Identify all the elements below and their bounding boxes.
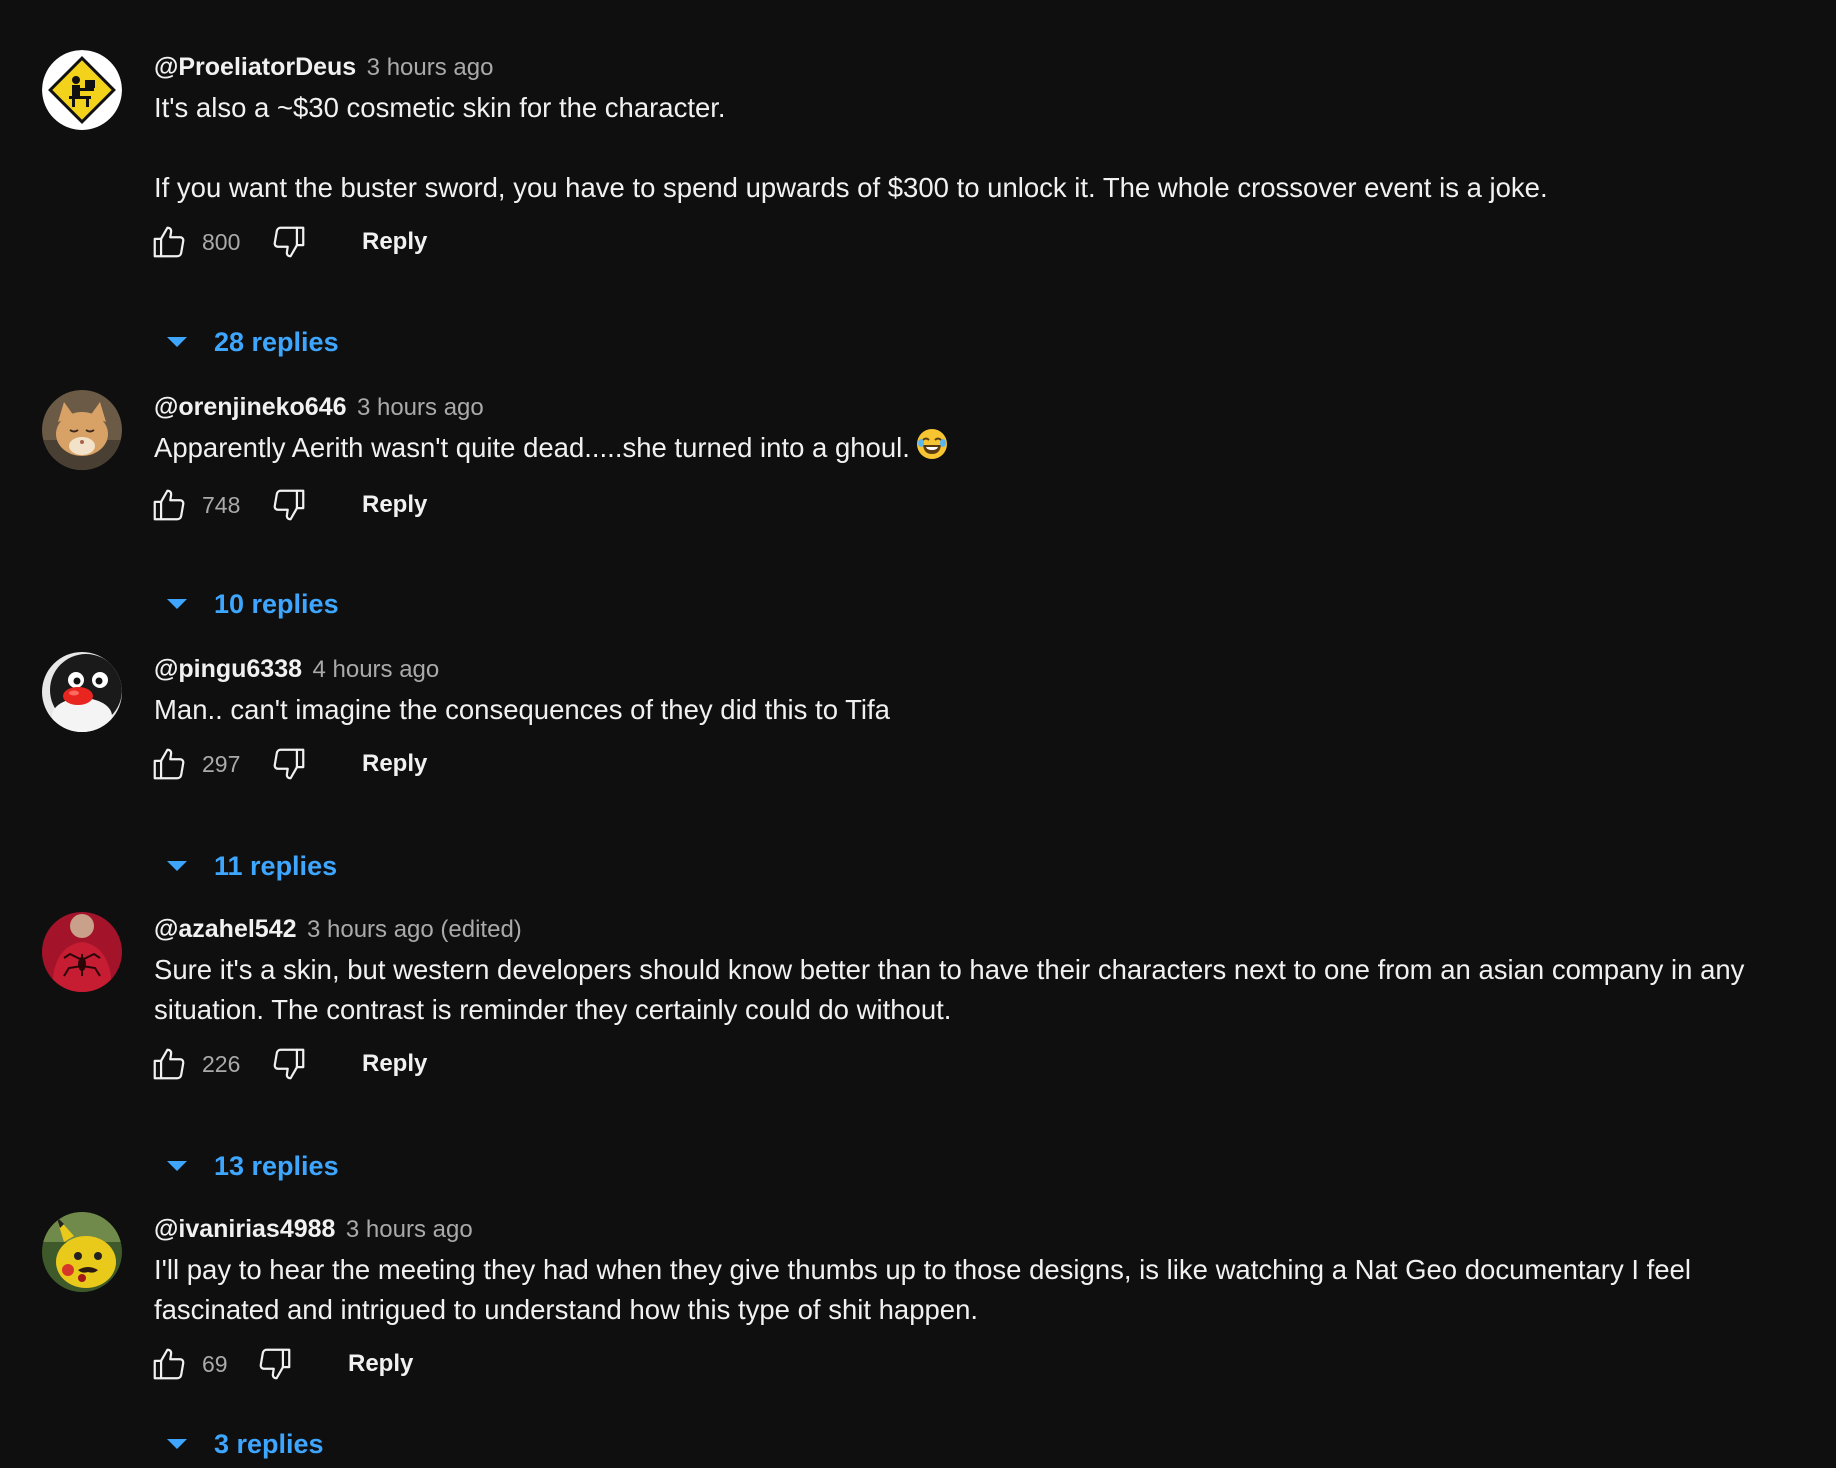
like-button[interactable] xyxy=(150,1042,188,1086)
thumbs-up-icon xyxy=(153,489,185,521)
warning-sign-icon xyxy=(42,50,122,130)
thumbs-down-icon xyxy=(273,748,305,780)
cat-photo-icon xyxy=(42,390,122,470)
dislike-button[interactable] xyxy=(270,742,308,786)
like-button[interactable] xyxy=(150,483,188,527)
avatar[interactable] xyxy=(42,390,122,470)
dislike-button[interactable] xyxy=(270,1042,308,1086)
replies-count: 3 replies xyxy=(214,1428,324,1459)
thumbs-up-icon xyxy=(153,1048,185,1080)
thumbs-up-icon xyxy=(153,1348,185,1380)
comment-header: @ivanirias4988 3 hours ago xyxy=(154,1212,1796,1246)
view-replies-button[interactable]: 13 replies xyxy=(166,1144,339,1188)
replies-count: 10 replies xyxy=(214,588,339,619)
dislike-button[interactable] xyxy=(270,483,308,527)
author-name[interactable]: @pingu6338 xyxy=(154,655,302,683)
comment-text: It's also a ~$30 cosmetic skin for the c… xyxy=(154,92,1548,203)
thumbs-down-icon xyxy=(273,226,305,258)
like-button[interactable] xyxy=(150,220,188,264)
reply-button[interactable]: Reply xyxy=(362,1042,427,1086)
comment-actions: 800 Reply xyxy=(153,220,1796,264)
view-replies-button[interactable]: 28 replies xyxy=(166,320,339,364)
caret-down-icon xyxy=(167,1439,187,1449)
comment-actions: 69 Reply xyxy=(153,1342,1796,1386)
comment-text-content: Apparently Aerith wasn't quite dead.....… xyxy=(154,432,910,463)
author-name[interactable]: @orenjineko646 xyxy=(154,393,347,421)
timestamp[interactable]: 3 hours ago xyxy=(346,1216,473,1243)
caret-down-icon xyxy=(167,599,187,609)
timestamp[interactable]: 3 hours ago xyxy=(367,54,494,81)
author-name[interactable]: @ProeliatorDeus xyxy=(154,53,356,81)
reply-button[interactable]: Reply xyxy=(362,742,427,786)
thumbs-down-icon xyxy=(259,1348,291,1380)
comment-header: @ProeliatorDeus 3 hours ago xyxy=(154,50,1796,84)
comment-text: I'll pay to hear the meeting they had wh… xyxy=(154,1254,1699,1325)
replies-count: 13 replies xyxy=(214,1150,339,1181)
comment-body: @pingu6338 4 hours ago Man.. can't imagi… xyxy=(153,652,1796,786)
penguin-face-icon xyxy=(42,652,122,732)
reply-button[interactable]: Reply xyxy=(362,483,427,527)
view-replies-button[interactable]: 10 replies xyxy=(166,582,339,626)
spider-shirt-icon xyxy=(42,912,122,992)
dislike-button[interactable] xyxy=(270,220,308,264)
timestamp[interactable]: 3 hours ago xyxy=(357,394,484,421)
comment-text: Sure it's a skin, but western developers… xyxy=(154,954,1753,1025)
view-replies-button[interactable]: 11 replies xyxy=(166,844,337,888)
timestamp[interactable]: 3 hours ago (edited) xyxy=(307,916,522,943)
like-button[interactable] xyxy=(150,742,188,786)
view-replies-button[interactable]: 3 replies xyxy=(166,1422,324,1466)
caret-down-icon xyxy=(167,861,187,871)
avatar[interactable] xyxy=(42,50,122,130)
replies-count: 11 replies xyxy=(214,850,338,881)
laughing-emoji-icon xyxy=(916,428,948,471)
comment-body: @orenjineko646 3 hours ago Apparently Ae… xyxy=(153,390,1796,527)
reply-button[interactable]: Reply xyxy=(348,1342,413,1386)
thumbs-down-icon xyxy=(273,489,305,521)
comment-body: @azahel542 3 hours ago (edited) Sure it'… xyxy=(153,912,1796,1086)
author-name[interactable]: @azahel542 xyxy=(154,915,297,943)
comment-body: @ivanirias4988 3 hours ago I'll pay to h… xyxy=(153,1212,1796,1386)
thumbs-down-icon xyxy=(273,1048,305,1080)
comment-text: Apparently Aerith wasn't quite dead.....… xyxy=(154,428,1794,471)
reply-button[interactable]: Reply xyxy=(362,220,427,264)
caret-down-icon xyxy=(167,337,187,347)
avatar[interactable] xyxy=(42,1212,122,1292)
like-count: 800 xyxy=(202,229,241,255)
comment-body: @ProeliatorDeus 3 hours ago It's also a … xyxy=(153,50,1796,264)
thumbs-up-icon xyxy=(153,748,185,780)
comment-actions: 226 Reply xyxy=(153,1042,1796,1086)
timestamp[interactable]: 4 hours ago xyxy=(312,656,439,683)
thumbs-up-icon xyxy=(153,226,185,258)
avatar[interactable] xyxy=(42,652,122,732)
dislike-button[interactable] xyxy=(256,1342,294,1386)
comment-actions: 297 Reply xyxy=(153,742,1796,786)
pikachu-face-icon xyxy=(42,1212,122,1292)
author-name[interactable]: @ivanirias4988 xyxy=(154,1215,335,1243)
comment-header: @azahel542 3 hours ago (edited) xyxy=(154,912,1796,946)
like-count: 226 xyxy=(202,1051,241,1077)
like-button[interactable] xyxy=(150,1342,188,1386)
comment-text: Man.. can't imagine the consequences of … xyxy=(154,694,890,725)
comment-actions: 748 Reply xyxy=(153,483,1796,527)
like-count: 69 xyxy=(202,1351,228,1377)
avatar[interactable] xyxy=(42,912,122,992)
like-count: 297 xyxy=(202,751,241,777)
caret-down-icon xyxy=(167,1161,187,1171)
comment-header: @orenjineko646 3 hours ago xyxy=(154,390,1796,424)
replies-count: 28 replies xyxy=(214,326,339,357)
like-count: 748 xyxy=(202,492,241,519)
comment-header: @pingu6338 4 hours ago xyxy=(154,652,1796,686)
